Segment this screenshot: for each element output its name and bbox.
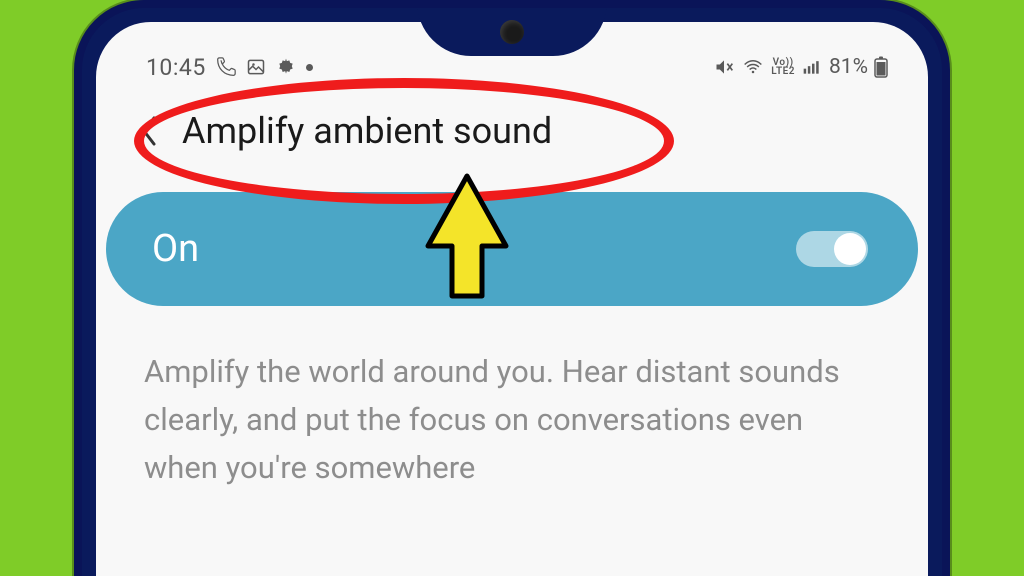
toggle-switch[interactable] — [796, 231, 868, 267]
gear-icon — [276, 57, 296, 77]
phone-frame: 10:45 Vo)) — [74, 0, 950, 576]
chevron-left-icon — [140, 116, 158, 146]
mute-icon — [713, 57, 735, 77]
feature-description: Amplify the world around you. Hear dista… — [96, 306, 928, 492]
network-label: Vo)) LTE2 — [771, 58, 795, 76]
page-title: Amplify ambient sound — [182, 110, 552, 152]
voice-call-icon — [216, 57, 236, 77]
signal-icon — [801, 57, 823, 77]
page-header: Amplify ambient sound — [96, 90, 928, 180]
back-button[interactable] — [134, 111, 164, 151]
battery-icon — [874, 56, 888, 78]
screen: 10:45 Vo)) — [96, 22, 928, 576]
status-dot-icon — [306, 64, 313, 71]
image-icon — [246, 57, 266, 77]
phone-notch — [417, 2, 607, 56]
toggle-label: On — [152, 227, 199, 271]
master-toggle-bar[interactable]: On — [106, 192, 918, 306]
battery-percent: 81% — [829, 55, 868, 79]
status-time: 10:45 — [146, 54, 206, 81]
wifi-icon — [741, 57, 765, 77]
